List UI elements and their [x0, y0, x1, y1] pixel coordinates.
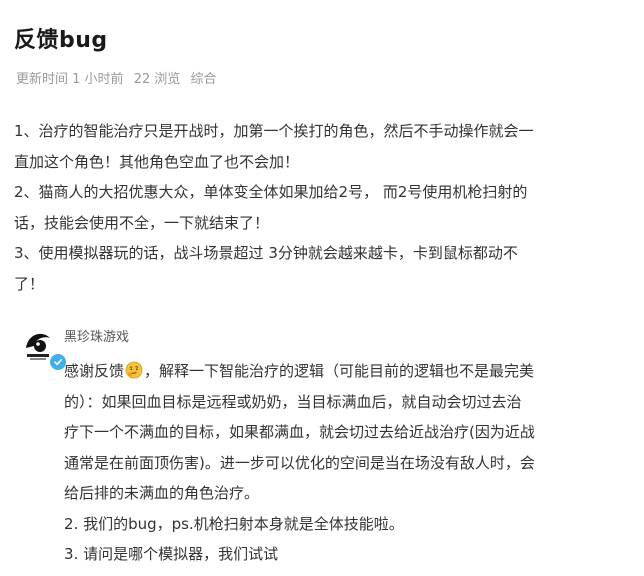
view-count: 22 浏览 [133, 72, 181, 87]
post-body-line: 3、使用模拟器玩的话，战斗场景超过 3分钟就会越来越卡，卡到鼠标都动不 [14, 244, 518, 262]
reply-line: 2. 我们的bug，ps.机枪扫射本身就是全体技能啦。 [64, 514, 404, 533]
reply-line: 给后排的未满血的角色治疗。 [64, 484, 260, 502]
post-body-line: 直加这个角色！其他角色空血了也不会加！ [14, 152, 300, 171]
reply-author-name[interactable]: 黑珍珠游戏 [64, 326, 129, 345]
avatar[interactable] [18, 324, 68, 372]
post-body-line: 2、猫商人的大招优惠大众，单体变全体如果加给2号， 而2号使用机枪扫射的 [14, 183, 528, 201]
category-tag[interactable]: 综合 [191, 72, 217, 87]
reply-line: 3. 请问是哪个模拟器，我们试试 [64, 545, 279, 563]
reply-line-first: 感谢反馈 ，解释一下智能治疗的逻辑（可能目前的逻辑也不是最完美 [64, 356, 634, 387]
reply-body: 感谢反馈 ，解释一下智能治疗的逻辑（可能目前的逻辑也不是最完美 的）：如果回血目… [64, 356, 634, 570]
reply-line: 的）：如果回血目标是远程或奶奶，当目标满血后，就自动会切过去治 [64, 392, 522, 411]
post-body-line: 1、治疗的智能治疗只是开战时，加第一个挨打的角色，然后不手动操作就会一 [14, 122, 534, 140]
post-body-line: 话，技能会使用不全，一下就结束了！ [14, 213, 270, 232]
reply-thanks-text: 感谢反馈 [64, 362, 125, 380]
post-page: 反馈bug 更新时间 1 小时前 22 浏览 综合 1、治疗的智能治疗只是开战时… [0, 0, 644, 576]
reply-line: 通常是在前面顶伤害)。进一步可以优化的空间是当在场没有敌人时，会 [64, 453, 535, 472]
reply-line: 疗下一个不满血的目标，如果都满血，就会切过去给近战治疗(因为近战 [64, 423, 535, 441]
reply-explain-text: ，解释一下智能治疗的逻辑（可能目前的逻辑也不是最完美 [144, 362, 535, 380]
post-meta: 更新时间 1 小时前 22 浏览 综合 [16, 68, 223, 87]
post-title: 反馈bug [14, 28, 108, 53]
updated-time: 更新时间 1 小时前 [16, 72, 124, 87]
post-body-line: 了！ [14, 274, 45, 293]
thinking-face-emoji-icon [125, 359, 143, 379]
post-body: 1、治疗的智能治疗只是开战时，加第一个挨打的角色，然后不手动操作就会一 直加这个… [14, 116, 626, 299]
